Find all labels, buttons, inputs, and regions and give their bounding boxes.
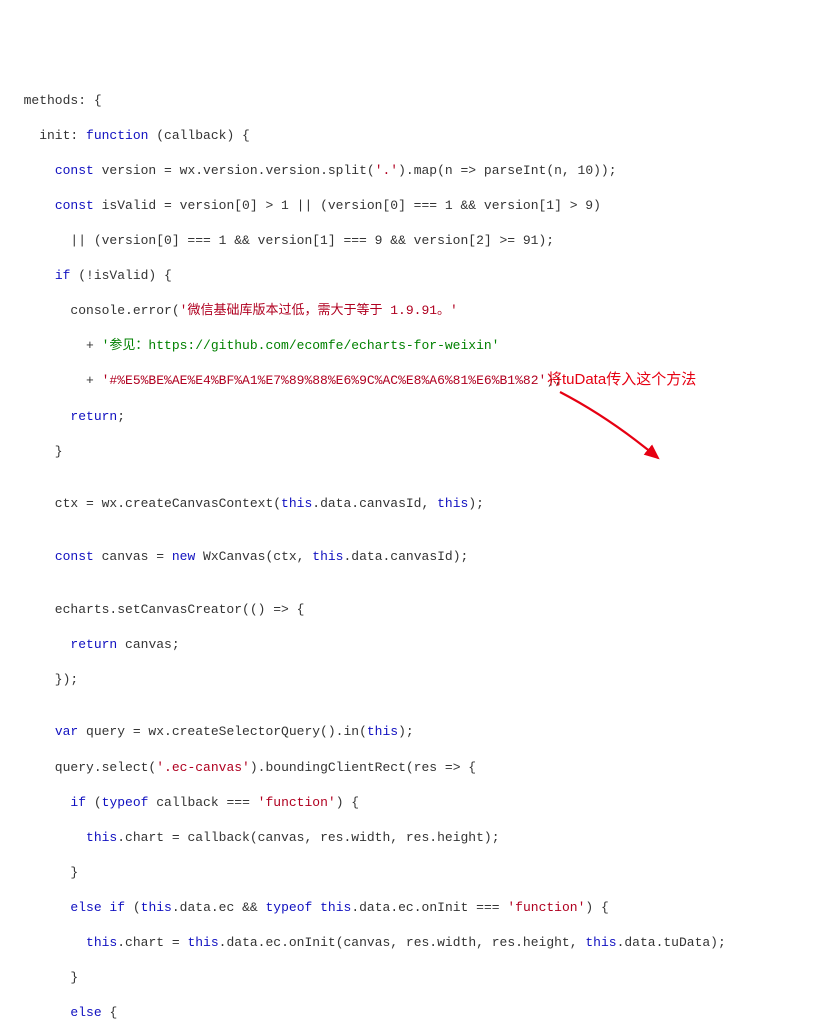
code-line: const canvas = new WxCanvas(ctx, this.da… <box>8 548 816 566</box>
code-line: query.select('.ec-canvas').boundingClien… <box>8 759 816 777</box>
code-line: else if (this.data.ec && typeof this.dat… <box>8 899 816 917</box>
code-line: this.chart = callback(canvas, res.width,… <box>8 829 816 847</box>
code-line: } <box>8 864 816 882</box>
code-block: methods: { init: function (callback) { c… <box>8 74 816 1028</box>
code-line: ctx = wx.createCanvasContext(this.data.c… <box>8 495 816 513</box>
code-line: if (!isValid) { <box>8 267 816 285</box>
code-line: return; <box>8 408 816 426</box>
annotation-text: 将tuData传入这个方法 <box>547 370 696 390</box>
code-line: + '参见：https://github.com/ecomfe/echarts-… <box>8 337 816 355</box>
code-line: if (typeof callback === 'function') { <box>8 794 816 812</box>
code-line: this.chart = this.data.ec.onInit(canvas,… <box>8 934 816 952</box>
code-line: var query = wx.createSelectorQuery().in(… <box>8 723 816 741</box>
code-line: || (version[0] === 1 && version[1] === 9… <box>8 232 816 250</box>
code-line: }); <box>8 671 816 689</box>
code-line: console.error('微信基础库版本过低，需大于等于 1.9.91。' <box>8 302 816 320</box>
code-line: methods: { <box>8 92 816 110</box>
code-line: else { <box>8 1004 816 1022</box>
code-line: const version = wx.version.version.split… <box>8 162 816 180</box>
code-line: } <box>8 443 816 461</box>
code-line: const isValid = version[0] > 1 || (versi… <box>8 197 816 215</box>
code-line: return canvas; <box>8 636 816 654</box>
code-line: echarts.setCanvasCreator(() => { <box>8 601 816 619</box>
code-line: init: function (callback) { <box>8 127 816 145</box>
code-line: } <box>8 969 816 987</box>
